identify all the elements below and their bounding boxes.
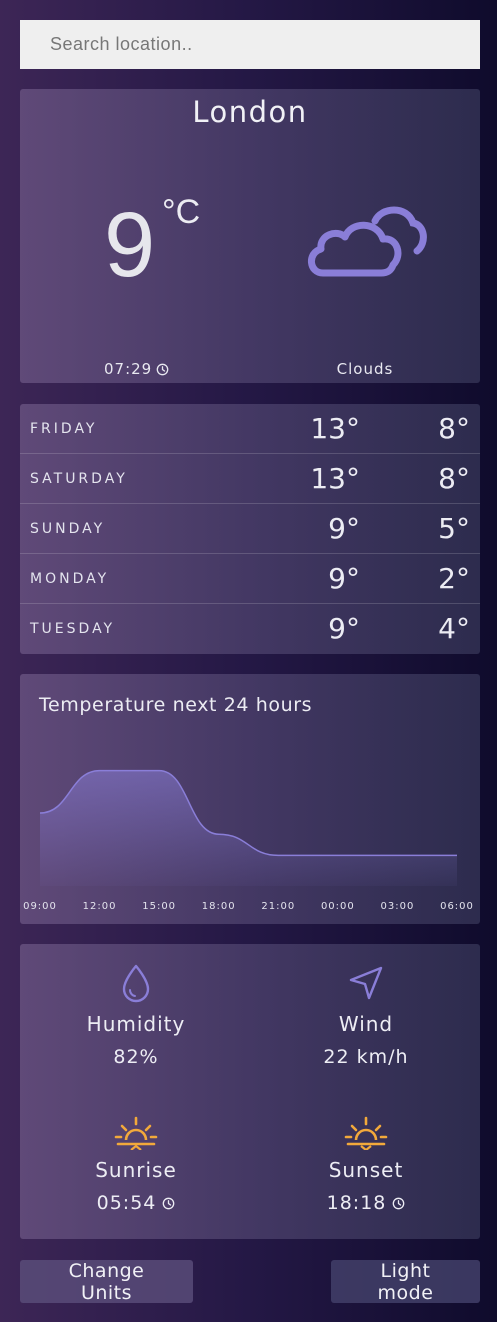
x-tick-label: 12:00 xyxy=(83,901,117,912)
current-temperature: 9 xyxy=(104,194,156,296)
clock-icon xyxy=(163,1197,175,1209)
navigation-arrow-icon xyxy=(349,966,383,1000)
wind-detail: Wind 22 km/h xyxy=(251,962,481,1068)
humidity-value-text: 82% xyxy=(113,1046,159,1068)
sunrise-detail: Sunrise 05:54 xyxy=(21,1114,251,1214)
sunrise-icon xyxy=(114,1116,158,1150)
forecast-low: 8° xyxy=(438,412,470,445)
humidity-label: Humidity xyxy=(86,1012,186,1036)
current-weather-card: London 9 °C 07:29 Clouds xyxy=(20,89,480,383)
x-tick-label: 06:00 xyxy=(440,901,474,912)
x-tick-label: 00:00 xyxy=(321,901,355,912)
forecast-low: 8° xyxy=(438,462,470,495)
forecast-high: 9° xyxy=(328,612,360,645)
light-mode-button[interactable]: Light mode xyxy=(331,1260,480,1304)
forecast-low: 5° xyxy=(438,512,470,545)
sunrise-value-text: 05:54 xyxy=(96,1192,157,1214)
weather-condition: Clouds xyxy=(336,360,394,378)
sunset-label: Sunset xyxy=(328,1158,404,1182)
sunset-value: 18:18 xyxy=(251,1192,481,1214)
sunrise-value: 05:54 xyxy=(21,1192,251,1214)
cloud-icon xyxy=(308,206,427,277)
forecast-day: SUNDAY xyxy=(30,521,106,537)
forecast-day: TUESDAY xyxy=(30,621,116,637)
forecast-row: TUESDAY 9° 4° xyxy=(20,604,480,654)
change-units-button[interactable]: Change Units xyxy=(20,1260,193,1304)
forecast-high: 13° xyxy=(310,462,360,495)
forecast-row: SUNDAY 9° 5° xyxy=(20,504,480,554)
sunset-detail: Sunset 18:18 xyxy=(251,1114,481,1214)
humidity-value: 82% xyxy=(21,1046,251,1068)
wind-value-text: 22 km/h xyxy=(323,1046,409,1068)
x-tick-label: 21:00 xyxy=(261,901,295,912)
temperature-chart-card: Temperature next 24 hours 09:00 12:00 15:0… xyxy=(20,674,480,924)
city-name: London xyxy=(192,95,308,129)
sunset-value-text: 18:18 xyxy=(326,1192,387,1214)
forecast-high: 9° xyxy=(328,562,360,595)
wind-value: 22 km/h xyxy=(251,1046,481,1068)
forecast-day: FRIDAY xyxy=(30,421,98,437)
clock-icon xyxy=(393,1197,405,1209)
forecast-row: MONDAY 9° 2° xyxy=(20,554,480,604)
forecast-list: FRIDAY 13° 8° SATURDAY 13° 8° SUNDAY 9° … xyxy=(20,404,480,654)
current-time: 07:29 xyxy=(104,360,169,378)
temperature-unit: °C xyxy=(162,193,201,231)
forecast-row: FRIDAY 13° 8° xyxy=(20,404,480,454)
droplet-icon xyxy=(122,964,150,1003)
temperature-chart: 09:00 12:00 15:00 18:00 21:00 00:00 03:00 06:00 xyxy=(23,769,474,912)
chart-area xyxy=(40,770,457,886)
forecast-row: SATURDAY 13° 8° xyxy=(20,454,480,504)
forecast-low: 2° xyxy=(438,562,470,595)
x-tick-label: 09:00 xyxy=(23,901,57,912)
forecast-day: MONDAY xyxy=(30,571,110,587)
x-tick-label: 18:00 xyxy=(202,901,236,912)
humidity-detail: Humidity 82% xyxy=(21,962,251,1068)
x-tick-label: 03:00 xyxy=(381,901,415,912)
sunset-icon xyxy=(344,1116,388,1150)
forecast-day: SATURDAY xyxy=(30,471,128,487)
forecast-high: 13° xyxy=(310,412,360,445)
temperature-block: 9 °C xyxy=(104,193,224,297)
sunrise-label: Sunrise xyxy=(95,1158,177,1182)
wind-label: Wind xyxy=(338,1012,394,1036)
weather-details-card: Humidity 82% Wind 22 km/h Sunrise 05:54 xyxy=(20,944,480,1239)
time-label: 07:29 xyxy=(104,360,153,378)
search-input[interactable] xyxy=(20,20,480,69)
forecast-high: 9° xyxy=(328,512,360,545)
clock-icon xyxy=(156,363,169,375)
x-tick-label: 15:00 xyxy=(142,901,176,912)
forecast-low: 4° xyxy=(438,612,470,645)
